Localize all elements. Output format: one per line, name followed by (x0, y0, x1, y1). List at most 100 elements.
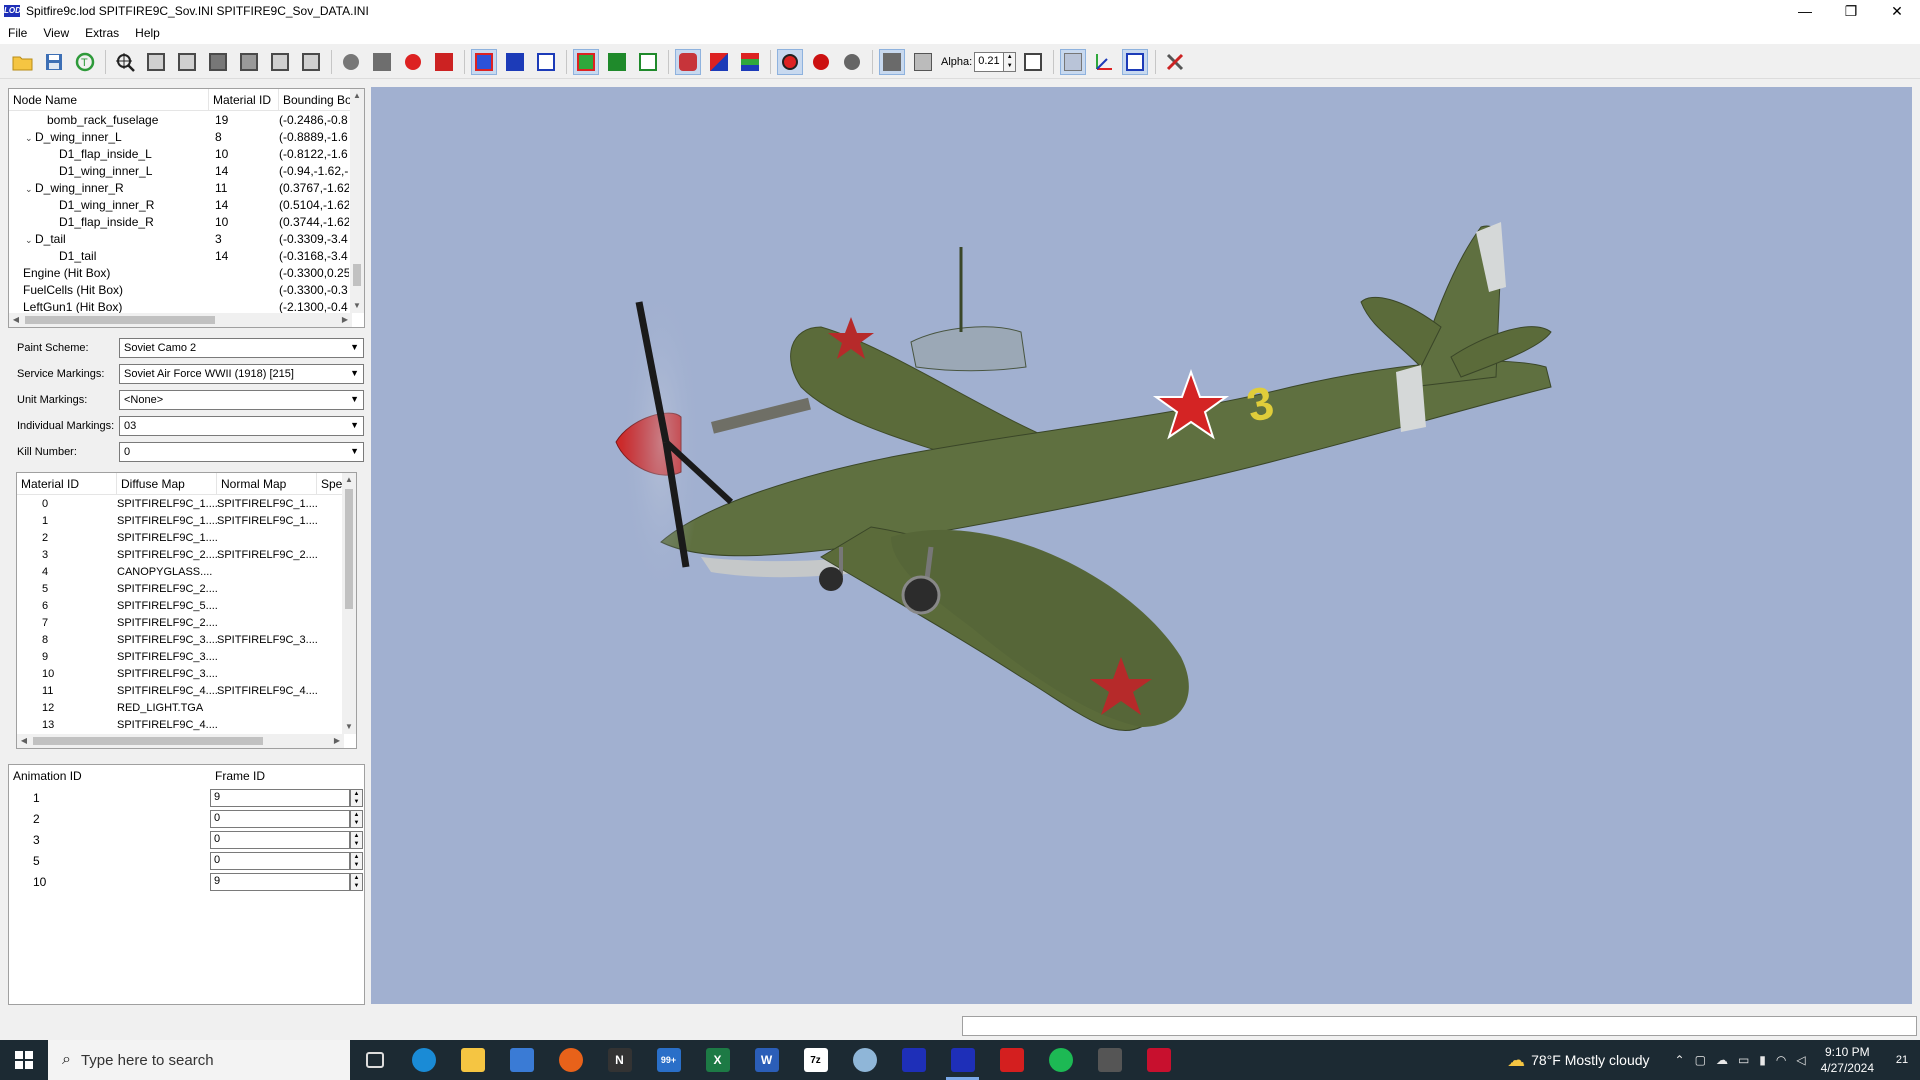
start-button[interactable] (0, 1040, 48, 1080)
view-top-button[interactable] (205, 49, 231, 75)
restore-button[interactable]: ❐ (1828, 0, 1874, 22)
node-tree-vscroll[interactable]: ▲ ▼ (350, 89, 364, 313)
material-row[interactable]: 11 SPITFIRELF9C_4.... SPITFIRELF9C_4.... (17, 682, 356, 699)
texture-red-button[interactable] (675, 48, 701, 75)
notion-app[interactable]: N (595, 1040, 644, 1080)
material-row[interactable]: 8 SPITFIRELF9C_3.... SPITFIRELF9C_3.... (17, 631, 356, 648)
grid-button[interactable] (1060, 48, 1087, 75)
texture-multi-button[interactable] (737, 49, 763, 75)
acrobat-app[interactable] (987, 1040, 1036, 1080)
col-specular[interactable]: Spe (317, 473, 344, 494)
shade-flat-button[interactable] (369, 49, 395, 75)
wire-box-button[interactable] (1020, 49, 1046, 75)
save-button[interactable] (41, 49, 67, 75)
tree-node-row[interactable]: ⌄ D_tail 3 (-0.3309,-3.4 (9, 230, 364, 247)
bounding-box-button[interactable] (1122, 48, 1149, 75)
bug-gray-button[interactable] (839, 49, 865, 75)
open-folder-button[interactable] (10, 49, 36, 75)
file-explorer-app[interactable] (448, 1040, 497, 1080)
tree-node-row[interactable]: D1_flap_inside_R 10 (0.3744,-1.62 (9, 213, 364, 230)
scroll-down-icon[interactable]: ▼ (342, 720, 356, 734)
col-material-id[interactable]: Material ID (209, 89, 279, 110)
view-front-button[interactable] (143, 49, 169, 75)
solid-green-button[interactable] (604, 49, 630, 75)
view-right-button[interactable] (298, 49, 324, 75)
menu-extras[interactable]: Extras (77, 26, 127, 40)
frame-id-spinner[interactable]: ▲ ▼ (350, 830, 363, 849)
material-row[interactable]: 10 SPITFIRELF9C_3.... (17, 665, 356, 682)
frame-id-spinner[interactable]: ▲ ▼ (350, 809, 363, 828)
chevron-up-icon[interactable]: ⌃ (1675, 1053, 1685, 1067)
clock[interactable]: 9:10 PM 4/27/2024 (1821, 1044, 1874, 1076)
mail-app[interactable]: 99+ (644, 1040, 693, 1080)
scroll-thumb[interactable] (345, 489, 353, 609)
wire-blue-red-button[interactable] (471, 48, 497, 75)
scroll-down-icon[interactable]: ▼ (350, 299, 364, 313)
alpha-input[interactable]: 0.21 (974, 51, 1005, 72)
menu-file[interactable]: File (0, 26, 35, 40)
3d-viewport[interactable]: 3 (371, 87, 1912, 1004)
frame-id-spinner[interactable]: ▲ ▼ (350, 872, 363, 891)
spotify-app[interactable] (1036, 1040, 1085, 1080)
frame-id-input[interactable]: 0 (210, 809, 350, 828)
wire-green-red-button[interactable] (573, 48, 599, 75)
frame-id-input[interactable]: 0 (210, 830, 350, 849)
tree-node-row[interactable]: FuelCells (Hit Box) (-0.3300,-0.3 (9, 281, 364, 298)
shade-red-button[interactable] (400, 49, 426, 75)
tree-node-row[interactable]: bomb_rack_fuselage 19 (-0.2486,-0.8 (9, 111, 364, 128)
tools-button[interactable] (1162, 49, 1188, 75)
task-view-button[interactable] (350, 1040, 399, 1080)
animation-row[interactable]: 5 0 ▲ ▼ (9, 850, 364, 871)
tree-node-row[interactable]: D1_wing_inner_L 14 (-0.94,-1.62,- (9, 162, 364, 179)
tree-node-row[interactable]: ⌄ D_wing_inner_R 11 (0.3767,-1.62 (9, 179, 364, 196)
frame-id-spinner[interactable]: ▲ ▼ (350, 851, 363, 870)
tree-expander-icon[interactable]: ⌄ (25, 133, 35, 144)
scroll-thumb[interactable] (33, 737, 263, 745)
material-row[interactable]: 6 SPITFIRELF9C_5.... (17, 597, 356, 614)
notification-center-button[interactable]: 21 (1884, 1040, 1920, 1080)
animation-row[interactable]: 1 9 ▲ ▼ (9, 787, 364, 808)
paint-scheme-select[interactable]: Soviet Camo 2 ▼ (119, 338, 364, 358)
material-row[interactable]: 5 SPITFIRELF9C_2.... (17, 580, 356, 597)
animation-row[interactable]: 10 9 ▲ ▼ (9, 871, 364, 892)
scroll-thumb[interactable] (25, 316, 215, 324)
ladybug-red-button[interactable] (777, 48, 803, 75)
outline-blue-button[interactable] (533, 49, 559, 75)
weather-widget[interactable]: ☁ 78°F Mostly cloudy (1507, 1050, 1649, 1071)
tree-expander-icon[interactable]: ⌄ (25, 235, 35, 246)
material-row[interactable]: 3 SPITFIRELF9C_2.... SPITFIRELF9C_2.... (17, 546, 356, 563)
menu-view[interactable]: View (35, 26, 77, 40)
shade-red-cube-button[interactable] (431, 49, 457, 75)
col-normal-map[interactable]: Normal Map (217, 473, 317, 494)
game-app[interactable] (1085, 1040, 1134, 1080)
tree-node-row[interactable]: Engine (Hit Box) (-0.3300,0.25 (9, 264, 364, 281)
material-row[interactable]: 2 SPITFIRELF9C_1.... (17, 529, 356, 546)
lod-editor-app[interactable] (938, 1040, 987, 1080)
frame-id-input[interactable]: 9 (210, 788, 350, 807)
axes-button[interactable] (1091, 49, 1117, 75)
col-node-name[interactable]: Node Name (9, 89, 209, 110)
view-left-button[interactable] (267, 49, 293, 75)
alpha-spinner[interactable]: ▲ ▼ (1004, 51, 1017, 72)
material-row[interactable]: 7 SPITFIRELF9C_2.... (17, 614, 356, 631)
zoom-button[interactable] (112, 49, 138, 75)
battery-icon[interactable]: ▮ (1759, 1053, 1766, 1067)
edge-app[interactable] (399, 1040, 448, 1080)
node-tree[interactable]: Node Name Material ID Bounding Bo bomb_r… (8, 88, 365, 328)
col-bounding-box[interactable]: Bounding Bo (279, 89, 351, 110)
minimize-button[interactable]: — (1782, 0, 1828, 22)
menu-help[interactable]: Help (127, 26, 168, 40)
excel-app[interactable]: X (693, 1040, 742, 1080)
frame-id-input[interactable]: 0 (210, 851, 350, 870)
ladybug-button[interactable] (808, 49, 834, 75)
scroll-right-icon[interactable]: ▶ (330, 734, 344, 748)
material-row[interactable]: 0 SPITFIRELF9C_1.... SPITFIRELF9C_1.... (17, 495, 356, 512)
tree-node-row[interactable]: ⌄ D_wing_inner_L 8 (-0.8889,-1.6 (9, 128, 364, 145)
scroll-left-icon[interactable]: ◀ (17, 734, 31, 748)
material-row[interactable]: 1 SPITFIRELF9C_1.... SPITFIRELF9C_1.... (17, 512, 356, 529)
view-bottom-button[interactable] (236, 49, 262, 75)
wifi-icon[interactable]: ◠ (1776, 1053, 1786, 1067)
materials-hscroll[interactable]: ◀ ▶ (17, 734, 344, 748)
mcafee-app[interactable] (1134, 1040, 1183, 1080)
service-markings-select[interactable]: Soviet Air Force WWII (1918) [215] ▼ (119, 364, 364, 384)
